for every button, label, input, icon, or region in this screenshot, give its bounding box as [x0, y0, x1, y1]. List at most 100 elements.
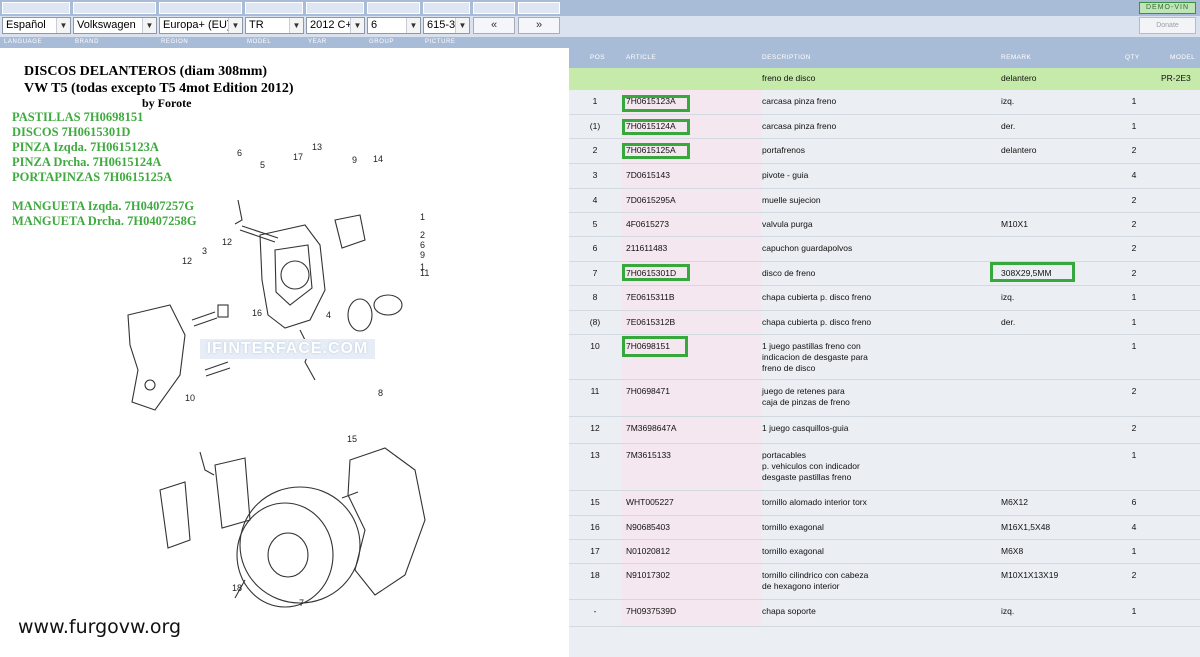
year-value: 2012 C+ [310, 19, 352, 31]
tab-picture[interactable] [423, 2, 470, 14]
tab-group[interactable] [367, 2, 420, 14]
cell-description: tornillo alomado interior torx [762, 497, 867, 507]
next-picture-button[interactable]: » [518, 17, 560, 34]
cell-article: 7D0615295A [626, 195, 676, 205]
cell-remark: M10X1 [1001, 219, 1028, 229]
diagram-panel: DISCOS DELANTEROS (diam 308mm) VW T5 (to… [0, 48, 560, 657]
table-row[interactable]: (8) 7E0615312B chapa cubierta p. disco fre… [569, 311, 1200, 335]
picture-select[interactable]: 615-30 ▼ [423, 17, 470, 34]
cell-description: chapa soporte [762, 606, 816, 616]
cell-qty: 2 [1131, 243, 1137, 253]
brake-pad-right-shape [214, 457, 251, 529]
demo-vin-button[interactable]: DEMO-VIN [1139, 2, 1196, 14]
table-row[interactable]: 5 4F0615273 valvula purga M10X1 2 [569, 213, 1200, 237]
cell-description: disco de freno [762, 268, 816, 278]
table-row[interactable]: 8 7E0615311B chapa cubierta p. disco freno… [569, 286, 1200, 311]
cell-pos: 18 [590, 570, 600, 580]
brake-pad-left-shape [159, 481, 191, 549]
cell-description: portacables p. vehiculos con indicador d… [762, 450, 860, 482]
label-group: GROUP [369, 39, 395, 45]
brand-select[interactable]: Volkswagen ▼ [73, 17, 157, 34]
callout-number: 13 [312, 142, 323, 152]
table-row[interactable]: - 7H0937539D chapa soporte izq. 1 [569, 600, 1200, 627]
table-header: POS ARTICLE DESCRIPTION REMARK QTY MODEL [569, 48, 1200, 68]
highlight-box [622, 143, 690, 159]
callout-number: 9 [420, 250, 426, 260]
cell-pos: 12 [590, 423, 600, 433]
cell-pos: 13 [590, 450, 600, 460]
tab-next[interactable] [518, 2, 560, 14]
table-row[interactable]: 3 7D0615143 pivote - guia 4 [569, 164, 1200, 189]
tab-language[interactable] [2, 2, 70, 14]
donate-button[interactable]: Donate [1139, 17, 1196, 34]
cell-article: 211611483 [626, 243, 668, 253]
table-row[interactable]: 17 N01020812 tornillo exagonal M6X8 1 [569, 540, 1200, 564]
table-row[interactable]: 6 211611483 capuchon guardapolvos 2 [569, 237, 1200, 262]
bolt-16-shape [204, 361, 231, 377]
header-description: DESCRIPTION [762, 54, 811, 61]
language-select[interactable]: Español ▼ [2, 17, 71, 34]
language-value: Español [6, 19, 46, 31]
cell-pos: (1) [589, 121, 601, 131]
chevron-down-icon: ▼ [350, 18, 364, 33]
tab-brand[interactable] [73, 2, 156, 14]
cell-description: tornillo exagonal [762, 546, 824, 556]
label-year: YEAR [308, 39, 327, 45]
cell-article: 7M3698647A [626, 423, 677, 433]
callout-number: 3 [202, 246, 208, 256]
cell-qty: 1 [1131, 292, 1137, 302]
dust-shield-shape [347, 447, 426, 596]
cell-qty: 6 [1131, 497, 1137, 507]
brand-value: Volkswagen [77, 19, 136, 31]
region-select[interactable]: Europa+ (EU) ▼ [159, 17, 243, 34]
carrier-hole-shape [144, 379, 156, 391]
table-row[interactable]: 13 7M3615133 portacables p. vehiculos con … [569, 444, 1200, 491]
cell-qty: 2 [1131, 195, 1137, 205]
cell-article: 7H0698471 [626, 386, 670, 396]
tab-prev[interactable] [473, 2, 515, 14]
cell-qty: 1 [1131, 341, 1137, 351]
model-value: TR [249, 19, 264, 31]
cell-pos: 11 [590, 386, 600, 396]
site-url: www.furgovw.org [18, 616, 182, 638]
cell-qty: 4 [1131, 522, 1137, 532]
tab-region[interactable] [159, 2, 242, 14]
group-row[interactable]: freno de disco delantero PR-2E3 [569, 68, 1200, 90]
table-row[interactable]: 18 N91017302 tornillo cilindrico con cabez… [569, 564, 1200, 600]
cell-pos: 8 [592, 292, 598, 302]
diagram-title: DISCOS DELANTEROS (diam 308mm) [24, 64, 268, 79]
cell-description: 1 juego pastillas freno con indicacion d… [762, 341, 868, 373]
group-select[interactable]: 6 ▼ [367, 17, 421, 34]
table-row[interactable]: 4 7D0615295A muelle sujecion 2 [569, 189, 1200, 213]
callout-number: 7 [299, 598, 305, 608]
cell-description: tornillo exagonal [762, 522, 824, 532]
prev-picture-button[interactable]: « [473, 17, 515, 34]
header-model: MODEL [1170, 54, 1196, 61]
model-select[interactable]: TR ▼ [245, 17, 304, 34]
cell-remark: izq. [1001, 606, 1015, 616]
table-row[interactable]: 16 N90685403 tornillo exagonal M16X1,5X48 4 [569, 516, 1200, 540]
caliper-bore-shape [280, 260, 310, 290]
chevron-down-icon: ▼ [142, 18, 156, 33]
group-model: PR-2E3 [1161, 73, 1191, 83]
table-row[interactable]: 12 7M3698647A 1 juego casquillos-guia 2 [569, 417, 1200, 444]
cell-qty: 1 [1131, 317, 1137, 327]
tab-model[interactable] [245, 2, 303, 14]
year-select[interactable]: 2012 C+ ▼ [306, 17, 365, 34]
carrier-bracket-shape [127, 304, 186, 411]
cell-qty: 1 [1131, 96, 1137, 106]
callout-number: 10 [185, 393, 196, 403]
tab-year[interactable] [306, 2, 364, 14]
label-region: REGION [161, 39, 189, 45]
callout-number: 8 [378, 388, 384, 398]
cell-description: capuchon guardapolvos [762, 243, 853, 253]
cell-description: carcasa pinza freno [762, 121, 837, 131]
seal-ring-shape [373, 294, 403, 316]
table-row[interactable]: 11 7H0698471 juego de retenes para caja de… [569, 380, 1200, 417]
cell-article: 7H0937539D [626, 606, 677, 616]
table-row[interactable]: 15 WHT005227 tornillo alomado interior tor… [569, 491, 1200, 516]
callout-number: 1 [420, 212, 426, 222]
highlight-box [622, 264, 690, 281]
brake-disc-hub-shape [267, 532, 309, 578]
cell-remark: der. [1001, 317, 1016, 327]
